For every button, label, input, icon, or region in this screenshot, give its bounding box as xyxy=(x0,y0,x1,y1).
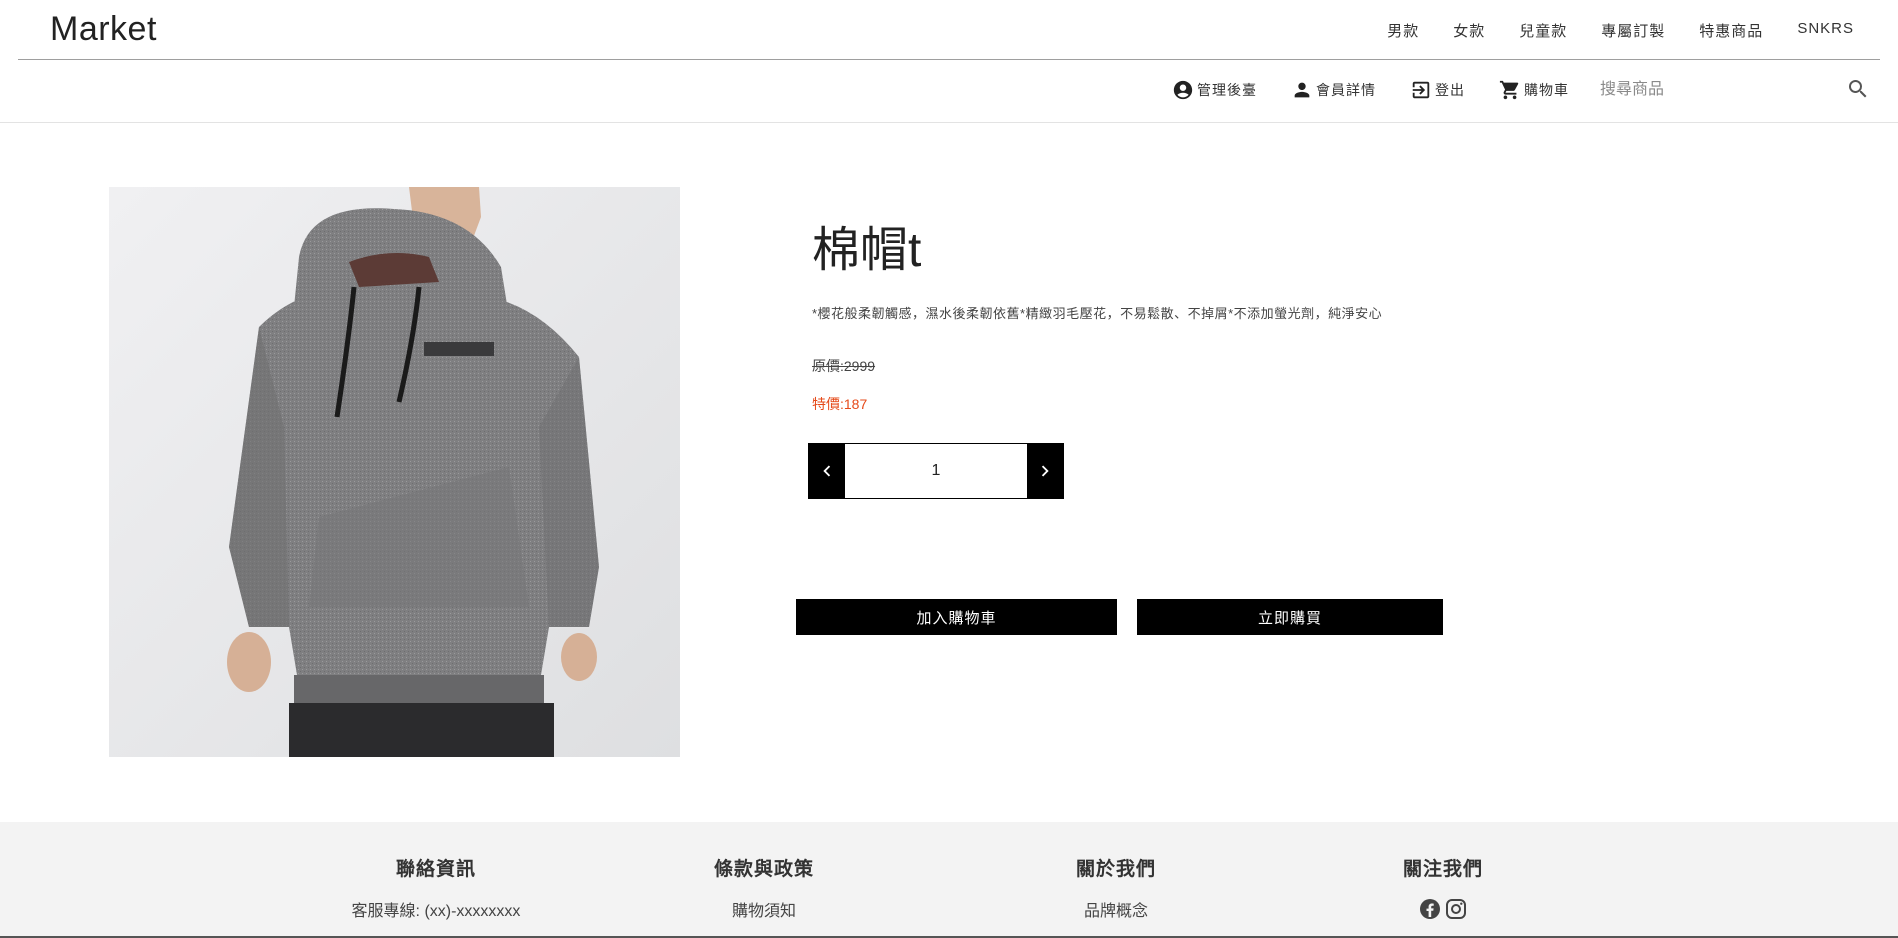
member-label: 會員詳情 xyxy=(1316,82,1376,98)
sale-price: 特價:187 xyxy=(812,396,868,412)
account-nav: 管理後臺 會員詳情 登出 購物車 xyxy=(1172,79,1569,101)
search-icon[interactable] xyxy=(1846,77,1870,101)
footer-about: 關於我們 品牌概念 xyxy=(1016,854,1216,921)
original-price: 原價:2999 xyxy=(812,358,876,374)
top-header: Market 男款 女款 兒童款 專屬訂製 特惠商品 SNKRS xyxy=(0,0,1898,61)
shopping-cart-icon xyxy=(1499,80,1519,100)
buy-now-button[interactable]: 立即購買 xyxy=(1137,599,1443,635)
brand-logo[interactable]: Market xyxy=(50,10,157,49)
account-circle-icon xyxy=(1173,80,1193,100)
quantity-stepper: 1 xyxy=(808,443,1064,499)
footer-brand-concept-link[interactable]: 品牌概念 xyxy=(1084,897,1148,921)
hoodie-photo xyxy=(109,187,680,757)
logout-label: 登出 xyxy=(1435,82,1465,98)
chevron-right-icon xyxy=(1041,465,1049,477)
instagram-icon[interactable] xyxy=(1444,897,1468,921)
product-description: *櫻花般柔韌觸感，濕水後柔韌依舊*精緻羽毛壓花，不易鬆散、不掉屑*不添加螢光劑，… xyxy=(812,306,1383,321)
increase-quantity-button[interactable] xyxy=(1027,444,1063,498)
product-title: 棉帽t xyxy=(812,224,922,277)
footer-terms-title: 條款與政策 xyxy=(713,859,814,880)
site-footer: 聯絡資訊 客服專線: (xx)-xxxxxxxx 條款與政策 購物須知 關於我們… xyxy=(0,822,1898,938)
search-box xyxy=(1600,73,1870,107)
account-bar: 管理後臺 會員詳情 登出 購物車 xyxy=(0,61,1898,123)
product-image xyxy=(109,187,680,757)
nav-snkrs[interactable]: SNKRS xyxy=(1797,20,1854,41)
footer-terms: 條款與政策 購物須知 xyxy=(664,854,864,921)
add-to-cart-button[interactable]: 加入購物車 xyxy=(796,599,1117,635)
nav-custom[interactable]: 專屬訂製 xyxy=(1601,20,1665,41)
facebook-icon[interactable] xyxy=(1418,897,1442,921)
quantity-value[interactable]: 1 xyxy=(845,444,1027,498)
footer-contact-title: 聯絡資訊 xyxy=(395,859,476,880)
nav-men[interactable]: 男款 xyxy=(1387,20,1419,41)
member-link[interactable]: 會員詳情 xyxy=(1291,79,1376,101)
footer-shopping-guide-link[interactable]: 購物須知 xyxy=(732,897,796,921)
footer-follow-title: 關注我們 xyxy=(1402,859,1483,880)
decrease-quantity-button[interactable] xyxy=(809,444,845,498)
footer-about-title: 關於我們 xyxy=(1075,859,1156,880)
social-icons xyxy=(1418,897,1468,921)
footer-contact: 聯絡資訊 客服專線: (xx)-xxxxxxxx xyxy=(336,854,536,921)
category-nav: 男款 女款 兒童款 專屬訂製 特惠商品 SNKRS xyxy=(1387,20,1854,41)
cart-label: 購物車 xyxy=(1524,82,1569,98)
cart-link[interactable]: 購物車 xyxy=(1499,79,1569,101)
header-divider xyxy=(18,59,1880,60)
chevron-left-icon xyxy=(823,465,831,477)
search-input[interactable] xyxy=(1600,75,1820,105)
admin-label: 管理後臺 xyxy=(1197,82,1257,98)
nav-kids[interactable]: 兒童款 xyxy=(1519,20,1567,41)
nav-sale[interactable]: 特惠商品 xyxy=(1699,20,1763,41)
nav-women[interactable]: 女款 xyxy=(1453,20,1485,41)
admin-link[interactable]: 管理後臺 xyxy=(1172,79,1257,101)
footer-phone: 客服專線: (xx)-xxxxxxxx xyxy=(351,903,521,920)
footer-follow: 關注我們 xyxy=(1343,854,1543,921)
logout-link[interactable]: 登出 xyxy=(1410,79,1465,101)
person-icon xyxy=(1294,82,1310,98)
logout-icon xyxy=(1412,81,1430,99)
